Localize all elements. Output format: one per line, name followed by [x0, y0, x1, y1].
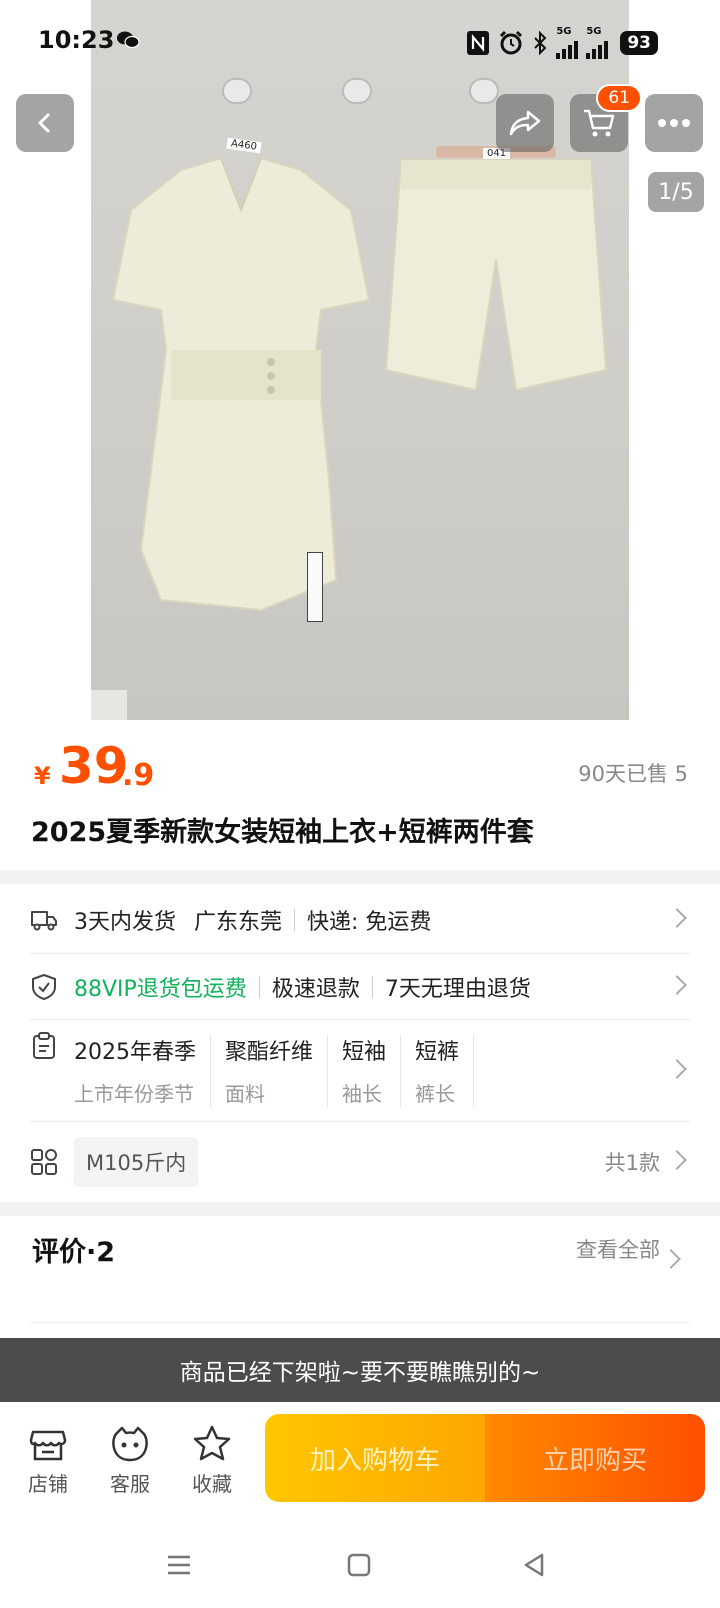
clothing-tag: [307, 552, 323, 622]
add-to-cart-button[interactable]: 加入购物车: [265, 1414, 485, 1502]
attribute-label: 袖长: [342, 1082, 383, 1106]
home-icon[interactable]: [344, 1550, 374, 1580]
menu-icon[interactable]: [164, 1550, 194, 1580]
separator: [294, 908, 296, 931]
product-image-gallery[interactable]: A460 041 61 1/5: [0, 0, 720, 720]
reviews-divider: [30, 1322, 690, 1323]
reviews-title: 评价·2: [32, 1237, 116, 1268]
attribute-label: 面料: [225, 1082, 265, 1106]
network-label: 5G: [556, 26, 572, 37]
cart-icon: [584, 109, 615, 137]
attribute-value: 聚酯纤维: [225, 1040, 314, 1065]
price-row: ¥ 39 .9 90天已售 5: [0, 736, 720, 800]
alarm-icon: [500, 30, 523, 55]
shirt-image: [111, 156, 371, 612]
nfc-icon: [467, 31, 490, 55]
chevron-right-icon: [667, 1150, 687, 1170]
attribute-value: 短裤: [415, 1040, 460, 1065]
bluetooth-icon: [534, 31, 547, 55]
attribute-label: 上市年份季节: [74, 1082, 194, 1106]
delisted-notice-banner: 商品已经下架啦~要不要瞧瞧别的~: [0, 1338, 720, 1402]
section-divider: [0, 870, 720, 884]
chevron-right-icon: [667, 907, 687, 928]
price-integer: 39: [59, 737, 129, 795]
shipping-row[interactable]: 3天内发货 广东东莞 快递: 免运费: [30, 886, 690, 954]
battery-indicator: 93: [620, 31, 658, 55]
cart-button[interactable]: 61: [570, 84, 642, 152]
sales-count: 90天已售 5: [578, 762, 688, 786]
attributes-row[interactable]: 2025年春季 上市年份季节 聚酯纤维 面料 短袖 袖长 短裤 裤长: [30, 1020, 690, 1122]
more-button[interactable]: [645, 94, 703, 152]
clipboard-icon: [30, 1032, 58, 1060]
reviews-header[interactable]: 评价·2 查看全部: [0, 1216, 720, 1306]
fast-refund: 极速退款: [271, 976, 360, 1002]
price-decimal: .9: [122, 758, 155, 793]
shorts-image: [384, 159, 608, 392]
signal-icon: [586, 37, 609, 59]
attribute-item: 聚酯纤维 面料: [225, 1034, 329, 1107]
truck-icon: [30, 906, 58, 934]
sku-count: 共1款: [604, 1151, 660, 1175]
shop-label: 店铺: [28, 1472, 68, 1496]
section-divider: [0, 1202, 720, 1216]
attribute-item: 短袖 袖长: [342, 1034, 402, 1107]
more-dots-icon: [658, 119, 690, 127]
seven-day-return: 7天无理由退货: [384, 976, 531, 1002]
vip-return-shipping: 88VIP退货包运费: [74, 976, 247, 1002]
signal-group-2: 5G: [586, 26, 609, 59]
delivery-time: 3天内发货: [74, 909, 176, 935]
chevron-left-icon: [38, 113, 50, 133]
ship-from-location: 广东东莞: [194, 909, 283, 935]
separator: [371, 975, 373, 998]
store-icon: [29, 1430, 67, 1461]
express-fee: 快递: 免运费: [307, 909, 432, 935]
customer-service-button[interactable]: 客服: [100, 1424, 160, 1497]
signal-group-1: 5G: [556, 26, 579, 59]
status-bar: 10:23 5G 5G 93: [0, 0, 720, 82]
chevron-right-icon: [667, 974, 687, 995]
shop-button[interactable]: 店铺: [18, 1424, 78, 1497]
service-label: 客服: [110, 1472, 150, 1496]
image-page-indicator: 1/5: [648, 172, 704, 212]
shield-check-icon: [30, 973, 58, 1001]
star-icon: [193, 1425, 231, 1461]
sku-row[interactable]: M105斤内 共1款: [30, 1122, 690, 1202]
favorite-button[interactable]: 收藏: [182, 1424, 242, 1497]
product-detail-page: A460 041 61 1/5 10:23 5G 5G 93 ¥ 39 .9 9…: [0, 0, 720, 1608]
product-title: 2025夏季新款女装短袖上衣+短裤两件套: [31, 817, 534, 848]
service-face-icon: [112, 1426, 148, 1462]
attribute-value: 2025年春季: [74, 1040, 196, 1065]
back-button[interactable]: [16, 94, 74, 152]
purchase-buttons: 加入购物车 立即购买: [265, 1414, 705, 1502]
buy-now-button[interactable]: 立即购买: [485, 1414, 705, 1502]
attribute-item: 短裤 裤长: [415, 1034, 475, 1107]
chevron-right-icon: [661, 1249, 681, 1269]
grid-icon: [30, 1148, 58, 1176]
bottom-action-bar: 店铺 客服 收藏 加入购物车 立即购买: [0, 1402, 720, 1516]
attribute-label: 裤长: [415, 1082, 456, 1106]
share-icon: [509, 110, 541, 136]
wall-socket: [91, 690, 127, 720]
guarantee-row[interactable]: 88VIP退货包运费 极速退款 7天无理由退货: [30, 954, 690, 1020]
attribute-item: 2025年春季 上市年份季节: [74, 1034, 211, 1107]
system-navigation-bar: [0, 1528, 720, 1608]
separator: [258, 975, 260, 998]
network-label: 5G: [586, 26, 602, 37]
signal-icon: [556, 37, 579, 59]
favorite-label: 收藏: [192, 1472, 232, 1496]
see-all-reviews-link[interactable]: 查看全部: [576, 1234, 660, 1264]
share-button[interactable]: [496, 94, 554, 152]
attribute-value: 短袖: [342, 1040, 387, 1065]
status-icons: 5G 5G 93: [466, 27, 658, 59]
back-triangle-icon[interactable]: [520, 1550, 550, 1580]
chevron-right-icon: [667, 1058, 687, 1079]
sku-option-chip[interactable]: M105斤内: [74, 1137, 199, 1187]
wechat-icon: [117, 31, 140, 49]
cart-count-badge: 61: [596, 84, 642, 112]
status-time: 10:23: [38, 26, 115, 54]
price-currency: ¥: [34, 762, 51, 790]
